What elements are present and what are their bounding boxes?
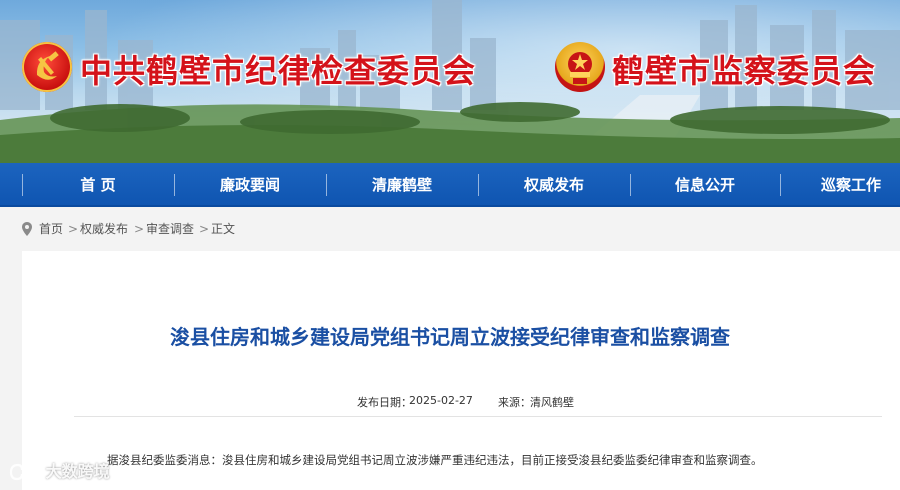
- watermark: 大数跨境: [8, 458, 110, 484]
- breadcrumb-separator: >: [68, 222, 79, 236]
- commission-title: 中共鹤壁市纪律检查委员会: [80, 52, 477, 90]
- breadcrumb-releases[interactable]: 权威发布: [80, 207, 128, 251]
- national-emblem-icon: [568, 52, 592, 84]
- party-emblem: [22, 42, 72, 92]
- article-title: 浚县住房和城乡建设局党组书记周立波接受纪律审查和监察调查: [170, 325, 730, 349]
- publish-date: 2025-02-27: [409, 394, 473, 407]
- meta-divider: [74, 416, 882, 417]
- location-pin-icon: [22, 222, 32, 236]
- nav-item-inspection[interactable]: 巡察工作: [780, 163, 900, 207]
- breadcrumb-current: 正文: [211, 222, 236, 236]
- nav-item-releases[interactable]: 权威发布: [478, 163, 630, 207]
- breadcrumb: 首页 > 权威发布 > 审查调查 > 正文: [0, 207, 900, 251]
- breadcrumb-separator: >: [134, 222, 145, 236]
- publish-date-label: 发布日期：: [357, 396, 412, 409]
- hammer-sickle-icon: [36, 51, 59, 80]
- breadcrumb-separator: >: [199, 222, 210, 236]
- main-nav: 首 页 廉政要闻 清廉鹤壁 权威发布 信息公开 巡察工作: [0, 163, 900, 207]
- source-label: 来源：: [498, 396, 531, 409]
- nav-item-home[interactable]: 首 页: [22, 163, 174, 207]
- nav-item-news[interactable]: 廉政要闻: [174, 163, 326, 207]
- nav-item-clean-hebi[interactable]: 清廉鹤壁: [326, 163, 478, 207]
- article-body: 据浚县纪委监委消息：浚县住房和城乡建设局党组书记周立波涉嫌严重违纪违法，目前正接…: [107, 453, 763, 467]
- source-name: 清风鹤壁: [530, 396, 574, 409]
- watermark-text: 大数跨境: [45, 461, 110, 481]
- supervisory-title: 鹤壁市监察委员会: [612, 52, 877, 90]
- national-emblem: [555, 42, 605, 92]
- article-card: 浚县住房和城乡建设局党组书记周立波接受纪律审查和监察调查 发布日期： 2025-…: [22, 251, 900, 490]
- header-banner: 中共鹤壁市纪律检查委员会 鹤壁市监察委员会: [0, 0, 900, 163]
- nav-item-disclosure[interactable]: 信息公开: [630, 163, 780, 207]
- watermark-logo-icon: [9, 463, 36, 480]
- breadcrumb-review[interactable]: 审查调查: [146, 207, 194, 251]
- breadcrumb-home[interactable]: 首页: [39, 207, 63, 251]
